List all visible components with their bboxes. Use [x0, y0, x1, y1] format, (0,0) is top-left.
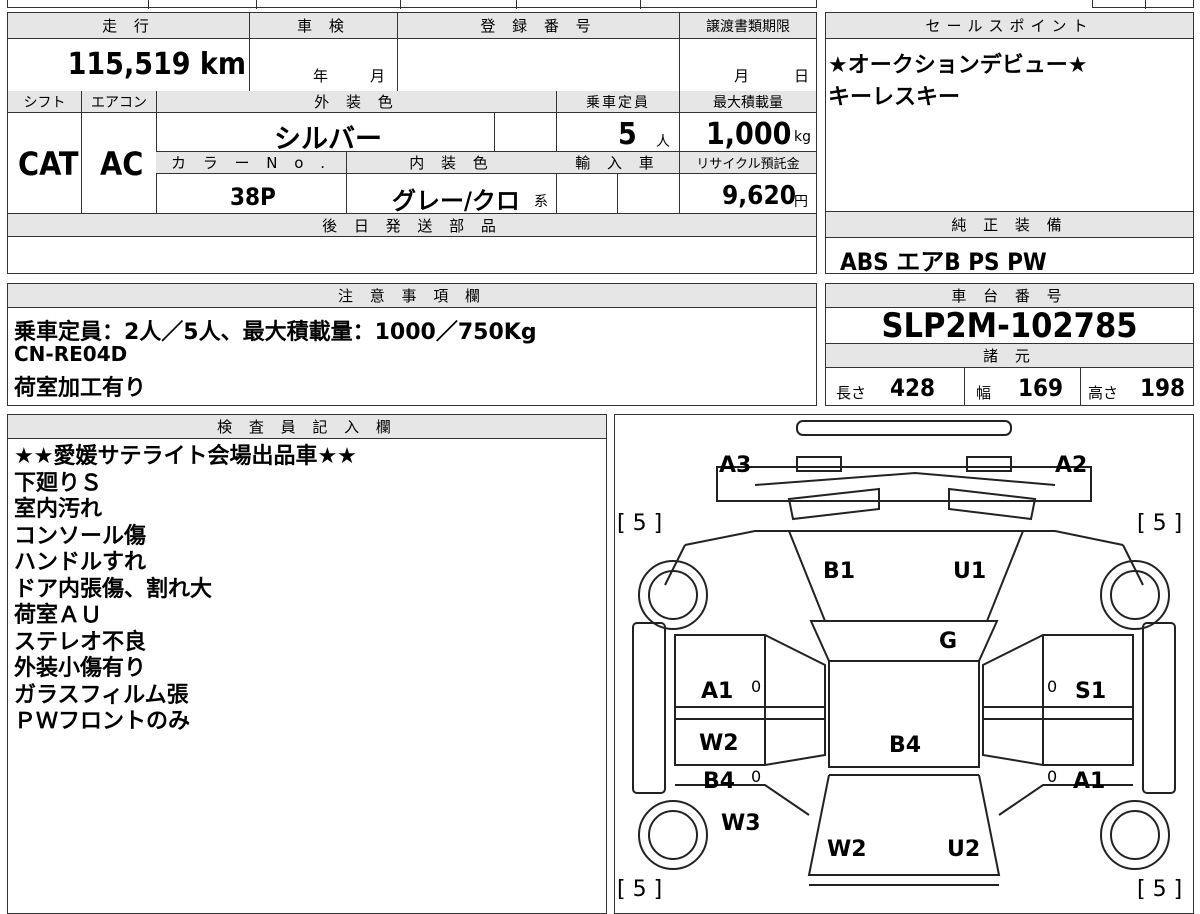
inspector-note: 下廻りＳ [14, 470, 103, 496]
chassis-box: 車 台 番 号 SLP2M-102785 [825, 283, 1194, 346]
notes-header: 注 意 事 項 欄 [8, 284, 816, 308]
mileage-value: 115,519 km [67, 47, 246, 82]
car-diagram-box: [ 5 ] [ 5 ] [ 5 ] [ 5 ] A3 A2 B1 U1 G A1… [614, 414, 1194, 914]
damage-mark-b1: B1 [823, 559, 856, 584]
zero-mark: 0 [1047, 677, 1058, 696]
inspection-header: 車 検 [249, 13, 397, 39]
vehicle-info-table: 走 行 車 検 登 録 番 号 譲渡書類期限 115,519 km 年 月 月 … [7, 12, 817, 274]
top-strip [7, 0, 817, 9]
later-parts-header: 後 日 発 送 部 品 [8, 214, 816, 237]
length-value: 428 [890, 374, 936, 402]
transfer-deadline-header: 譲渡書類期限 [679, 13, 816, 39]
equipment-value: ABS エアB PS PW [840, 248, 1047, 276]
inspector-note: ハンドルすれ [14, 550, 147, 575]
height-value: 198 [1140, 374, 1186, 402]
zero-mark: 0 [751, 767, 762, 786]
notes-box: 注 意 事 項 欄 乗車定員：2人／5人、最大積載量：1000／750Kg CN… [7, 283, 817, 406]
inspector-note: ★★愛媛サテライト会場出品車★★ [14, 444, 357, 469]
color-number-value: 38P [230, 183, 276, 211]
inspector-note: ステレオ不良 [14, 629, 147, 655]
tire-front-right-depth: [ 5 ] [1137, 511, 1183, 536]
height-label: 高さ [1088, 384, 1119, 402]
damage-mark-b4-left: B4 [703, 769, 736, 794]
damage-mark-b4-center: B4 [889, 733, 922, 758]
sales-point-line: キーレスキー [828, 85, 961, 110]
inspector-note: コンソール傷 [14, 523, 147, 549]
tire-rear-left-depth: [ 5 ] [617, 877, 663, 902]
damage-mark-a1-right: A1 [1073, 769, 1106, 794]
recycle-fee-value: 9,620 [722, 181, 796, 211]
max-load-unit: kg [794, 129, 811, 145]
damage-mark-w2-bottom: W2 [827, 837, 867, 862]
specs-box: 諸 元 長さ 428 幅 169 高さ 198 [825, 343, 1194, 406]
damage-mark-a3: A3 [719, 453, 752, 478]
notes-line: CN-RE04D [14, 342, 128, 366]
inspector-note: 外装小傷有り [14, 656, 147, 681]
notes-line: 荷室加工有り [14, 376, 147, 401]
zero-mark: 0 [751, 677, 762, 696]
damage-mark-w2-left: W2 [699, 731, 739, 756]
recycle-fee-header: リサイクル預託金 [679, 152, 816, 174]
inspector-note: ガラスフィルム張 [14, 682, 189, 708]
sales-points-box: セールスポイント ★オークションデビュー★ キーレスキー [825, 12, 1194, 212]
recycle-fee-unit: 円 [794, 194, 808, 210]
capacity-value: 5 [618, 117, 637, 152]
top-strip-right [1092, 0, 1194, 9]
capacity-unit: 人 [656, 134, 670, 150]
damage-mark-a1-left: A1 [701, 679, 734, 704]
inspector-note: 荷室ＡＵ [14, 603, 103, 628]
inspector-notes-box: 検 査 員 記 入 欄 ★★愛媛サテライト会場出品車★★ 下廻りＳ 室内汚れ コ… [7, 414, 607, 914]
shift-header: シフト [8, 91, 81, 113]
damage-mark-a2: A2 [1055, 453, 1088, 478]
equipment-header: 純 正 装 備 [826, 212, 1193, 238]
chassis-header: 車 台 番 号 [826, 284, 1193, 308]
sales-point-line: ★オークションデビュー★ [828, 53, 1088, 78]
inspector-notes-list: ★★愛媛サテライト会場出品車★★ 下廻りＳ 室内汚れ コンソール傷 ハンドルすれ… [14, 444, 357, 736]
transfer-day: 日 [794, 67, 810, 85]
inspector-note: ドア内張傷、割れ大 [14, 576, 213, 602]
tire-front-left-depth: [ 5 ] [617, 511, 663, 536]
exterior-color-header: 外 装 色 [156, 91, 556, 113]
inspector-notes-header: 検 査 員 記 入 欄 [8, 415, 606, 439]
equipment-box: 純 正 装 備 ABS エアB PS PW [825, 211, 1194, 276]
ac-value: AC [100, 145, 144, 183]
width-label: 幅 [976, 384, 992, 402]
specs-header: 諸 元 [826, 344, 1193, 368]
length-label: 長さ [836, 384, 867, 402]
inspection-month: 月 [370, 67, 386, 85]
import-header: 輸 入 車 [556, 152, 679, 174]
damage-mark-u2: U2 [947, 837, 981, 862]
inspector-note: ＰＷフロントのみ [14, 709, 191, 734]
max-load-value: 1,000 [706, 117, 792, 152]
inspector-note: 室内汚れ [14, 497, 103, 522]
registration-header: 登 録 番 号 [397, 13, 679, 39]
zero-mark: 0 [1047, 767, 1058, 786]
interior-color-value: グレー/クロ [392, 187, 520, 215]
transfer-month: 月 [734, 67, 750, 85]
interior-color-header: 内 装 色 [346, 152, 556, 174]
tire-rear-right-depth: [ 5 ] [1137, 877, 1183, 902]
ac-header: エアコン [81, 91, 156, 113]
shift-value: CAT [18, 145, 79, 183]
interior-color-suffix: 系 [534, 194, 548, 210]
damage-mark-g: G [939, 629, 958, 654]
damage-mark-w3: W3 [721, 811, 761, 836]
damage-mark-s1: S1 [1075, 679, 1107, 704]
chassis-number: SLP2M-102785 [881, 306, 1138, 346]
damage-mark-u1: U1 [953, 559, 987, 584]
color-number-header: カ ラ ー N o . [156, 152, 346, 174]
sales-points-header: セールスポイント [826, 13, 1193, 39]
mileage-header: 走 行 [8, 13, 249, 39]
inspection-year: 年 [313, 67, 329, 85]
car-outline-diagram [632, 420, 1176, 886]
max-load-header: 最大積載量 [679, 91, 816, 113]
width-value: 169 [1018, 374, 1064, 402]
capacity-header: 乗車定員 [556, 91, 679, 113]
